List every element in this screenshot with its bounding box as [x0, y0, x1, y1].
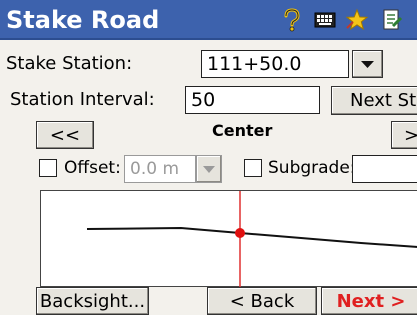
keyboard-icon[interactable]: [313, 8, 337, 32]
previous-station-button[interactable]: <<: [36, 121, 94, 149]
subgrade-label: Subgrade:: [268, 158, 356, 178]
stake-station-label: Stake Station:: [6, 53, 133, 74]
next-station-button[interactable]: Next Sta: [331, 86, 417, 115]
offset-value-field[interactable]: 0.0 m: [124, 155, 196, 183]
stake-station-dropdown-button[interactable]: [352, 50, 383, 78]
offset-label: Offset:: [64, 158, 121, 178]
chevron-down-icon: [361, 61, 374, 68]
back-button[interactable]: < Back: [207, 287, 317, 315]
stake-point-marker: [235, 228, 245, 238]
alignment-line: [86, 226, 417, 248]
subgrade-checkbox[interactable]: [244, 159, 262, 177]
station-interval-field[interactable]: 50: [185, 86, 320, 114]
subgrade-field[interactable]: [352, 155, 417, 183]
offset-checkbox[interactable]: [39, 159, 57, 177]
offset-dropdown-button[interactable]: [196, 155, 222, 183]
document-icon[interactable]: [380, 8, 404, 32]
next-button[interactable]: Next >: [321, 287, 417, 315]
center-label: Center: [212, 121, 273, 140]
window-title: Stake Road: [6, 6, 160, 34]
backsight-button[interactable]: Backsight...: [36, 287, 149, 315]
favorites-star-icon[interactable]: [345, 8, 369, 32]
help-icon[interactable]: [280, 8, 304, 32]
next-station-arrow-button[interactable]: >: [391, 121, 417, 149]
station-interval-label: Station Interval:: [10, 89, 155, 110]
stake-station-field[interactable]: 111+50.0: [201, 50, 349, 78]
alignment-plan-view[interactable]: [40, 190, 417, 288]
chevron-down-icon: [203, 166, 215, 173]
